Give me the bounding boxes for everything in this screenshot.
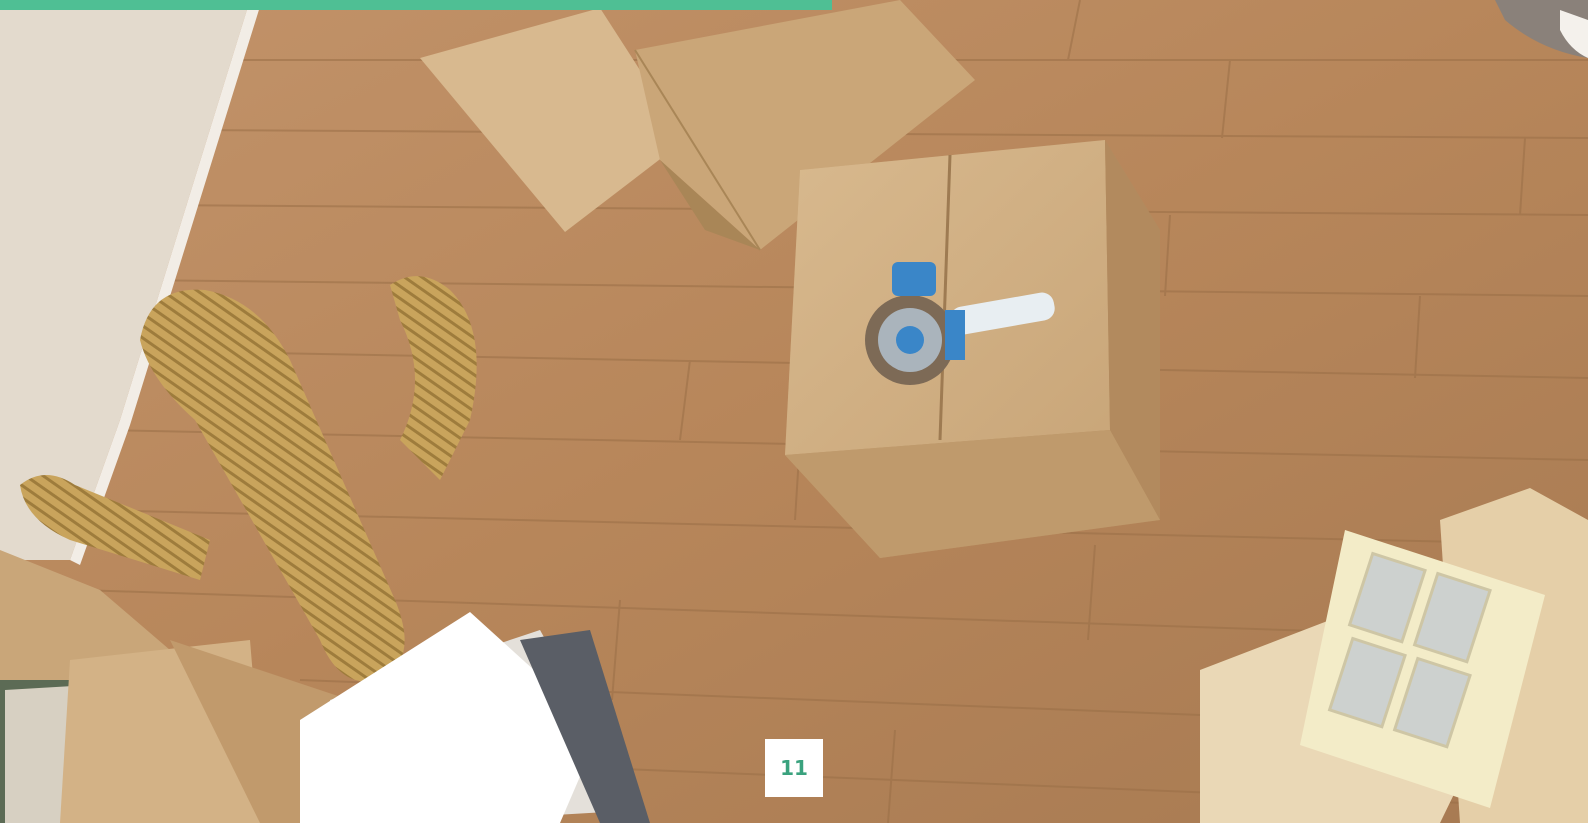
progress-bar — [0, 0, 833, 10]
central-box — [785, 140, 1160, 558]
photo-background — [0, 0, 1588, 823]
slide-stage: 11 — [0, 0, 1588, 823]
page-number-badge: 11 — [765, 739, 823, 797]
progress-track — [0, 0, 1588, 10]
